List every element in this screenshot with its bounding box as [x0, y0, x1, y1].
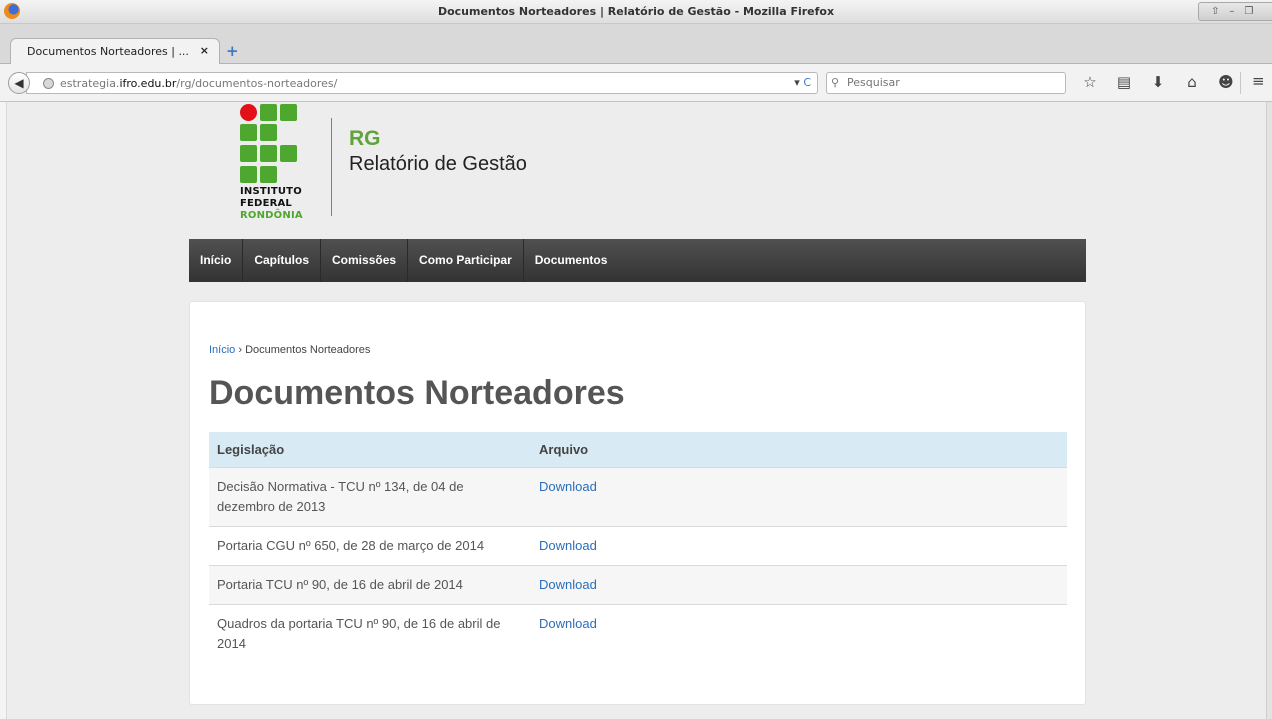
legislacao-cell: Portaria CGU nº 650, de 28 de março de 2…: [209, 525, 531, 565]
page-title: Documentos Norteadores: [209, 374, 625, 412]
menu-item-documentos[interactable]: Documentos: [524, 239, 619, 282]
ifro-logo-icon[interactable]: [240, 104, 300, 188]
menu-item-como-participar[interactable]: Como Participar: [408, 239, 524, 282]
main-menu: Início Capítulos Comissões Como Particip…: [189, 239, 1086, 282]
table-row: Decisão Normativa - TCU nº 134, de 04 de…: [209, 466, 1067, 526]
window-maximize-icon[interactable]: ❐: [1244, 6, 1253, 17]
content-card: Início › Documentos Norteadores Document…: [189, 301, 1086, 705]
download-link[interactable]: Download: [539, 616, 597, 631]
url-controls: ▾ C: [794, 76, 811, 89]
arquivo-cell: Download: [531, 466, 1067, 526]
table-row: Quadros da portaria TCU nº 90, de 16 de …: [209, 603, 1067, 663]
window-titlebar: Documentos Norteadores | Relatório de Ge…: [0, 0, 1272, 24]
menu-item-capitulos[interactable]: Capítulos: [243, 239, 322, 282]
url-history-dropdown-icon[interactable]: ▾: [794, 76, 800, 89]
table-row: Portaria TCU nº 90, de 16 de abril de 20…: [209, 564, 1067, 604]
column-header-arquivo: Arquivo: [531, 432, 1067, 467]
site-identity-icon[interactable]: [43, 78, 54, 89]
window-title: Documentos Norteadores | Relatório de Ge…: [437, 5, 835, 18]
arquivo-cell: Download: [531, 603, 1067, 663]
site-abbreviation[interactable]: RG: [349, 127, 381, 151]
toolbar-separator: [1240, 72, 1241, 94]
window-controls: ⇧ – ❐: [1198, 2, 1272, 21]
url-text[interactable]: estrategia.ifro.edu.br/rg/documentos-nor…: [60, 77, 337, 90]
table-row: Portaria CGU nº 650, de 28 de março de 2…: [209, 525, 1067, 565]
menu-icon[interactable]: ≡: [1252, 72, 1265, 90]
browser-navbar: estrategia.ifro.edu.br/rg/documentos-nor…: [0, 64, 1272, 102]
back-arrow-icon: ◀: [14, 76, 24, 90]
menu-item-inicio[interactable]: Início: [189, 239, 244, 282]
breadcrumb-separator: ›: [235, 344, 246, 356]
download-link[interactable]: Download: [539, 479, 597, 494]
window-minimize-icon[interactable]: –: [1229, 6, 1234, 17]
breadcrumb-home-link[interactable]: Início: [209, 344, 235, 356]
reload-icon[interactable]: C: [803, 76, 811, 89]
tab-title: Documentos Norteadores | ...: [27, 45, 189, 58]
search-bar[interactable]: ⚲: [826, 72, 1066, 94]
back-button[interactable]: ◀: [8, 72, 30, 94]
tab-strip: Documentos Norteadores | ... × +: [0, 24, 1272, 65]
new-tab-icon[interactable]: +: [226, 42, 239, 60]
browser-tab[interactable]: Documentos Norteadores | ... ×: [10, 38, 220, 65]
chat-icon[interactable]: ☻: [1218, 73, 1234, 91]
home-icon[interactable]: ⌂: [1184, 73, 1200, 91]
search-input[interactable]: [847, 76, 1057, 89]
download-link[interactable]: Download: [539, 577, 597, 592]
legislacao-cell: Decisão Normativa - TCU nº 134, de 04 de…: [209, 466, 531, 526]
column-header-legislacao: Legislação: [209, 432, 531, 467]
reading-list-icon[interactable]: ▤: [1116, 73, 1132, 91]
legislacao-cell: Portaria TCU nº 90, de 16 de abril de 20…: [209, 564, 531, 604]
vertical-scrollbar[interactable]: [1266, 102, 1272, 719]
page-viewport: INSTITUTO FEDERAL RONDÔNIA RG Relatório …: [0, 102, 1266, 719]
header-divider: [331, 118, 332, 216]
site-title[interactable]: Relatório de Gestão: [349, 153, 527, 176]
arquivo-cell: Download: [531, 564, 1067, 604]
search-icon: ⚲: [831, 76, 840, 89]
close-tab-icon[interactable]: ×: [200, 44, 209, 57]
url-bar[interactable]: estrategia.ifro.edu.br/rg/documentos-nor…: [26, 72, 818, 94]
arquivo-cell: Download: [531, 525, 1067, 565]
page-left-edge: [0, 102, 7, 719]
logo-text: INSTITUTO FEDERAL RONDÔNIA: [240, 186, 303, 221]
legislacao-cell: Quadros da portaria TCU nº 90, de 16 de …: [209, 603, 531, 663]
window-up-icon[interactable]: ⇧: [1211, 6, 1219, 17]
bookmark-star-icon[interactable]: ☆: [1082, 73, 1098, 91]
toolbar-icons: ☆ ▤ ⬇ ⌂ ☻: [1082, 73, 1234, 91]
download-icon[interactable]: ⬇: [1150, 73, 1166, 91]
breadcrumb-current: Documentos Norteadores: [245, 344, 371, 356]
download-link[interactable]: Download: [539, 538, 597, 553]
table-header-row: Legislação Arquivo: [209, 432, 1067, 467]
breadcrumb: Início › Documentos Norteadores: [209, 344, 370, 356]
documents-table: Legislação Arquivo Decisão Normativa - T…: [209, 432, 1067, 663]
menu-item-comissoes[interactable]: Comissões: [321, 239, 409, 282]
